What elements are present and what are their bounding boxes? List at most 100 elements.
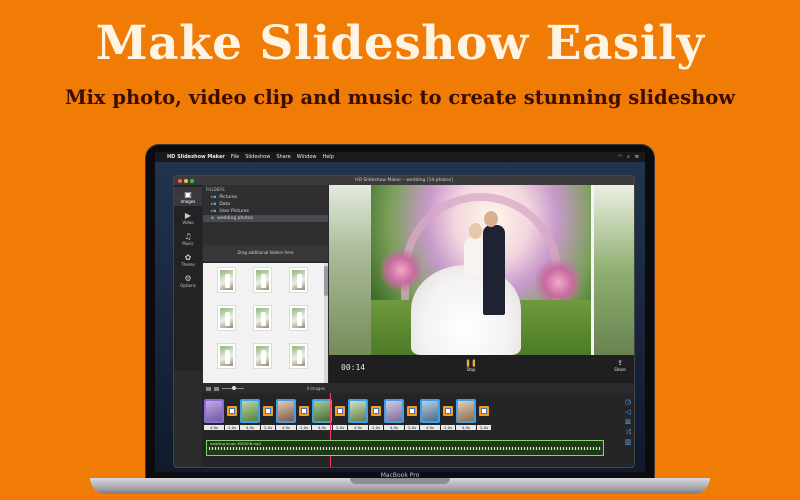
clip-duration: 4.0s (204, 425, 224, 430)
clip-duration: 4.0s (348, 425, 368, 430)
image-thumbnail[interactable] (289, 267, 308, 293)
music-note-icon[interactable]: ⊠ (622, 417, 634, 427)
menu-share[interactable]: Share (276, 154, 290, 160)
timeline-clip[interactable] (312, 399, 332, 423)
slideshow-preview (329, 185, 634, 355)
transition-duration: 2.0s (225, 425, 239, 430)
trash-icon[interactable]: ▥ (622, 437, 634, 447)
folder-item-data[interactable]: ▸▪ Data (203, 201, 328, 208)
sidebar-item-label: Options (180, 282, 196, 288)
image-thumbnail[interactable] (217, 305, 236, 331)
folder-item-pictures[interactable]: ▸▪ Pictures (203, 194, 328, 201)
folder-label: Data (219, 202, 231, 207)
timeline-clip[interactable] (276, 399, 296, 423)
clip-duration: 4.0s (276, 425, 296, 430)
shuffle-icon[interactable]: ⤨ (622, 427, 634, 437)
timeline-transition[interactable] (407, 406, 417, 416)
timeline-transition[interactable] (299, 406, 309, 416)
image-thumbnail[interactable] (253, 267, 272, 293)
folder-item-user-pictures[interactable]: ▸▪ User Pictures (203, 208, 328, 215)
folder-label: User Pictures (219, 209, 249, 214)
clip-duration: 4.0s (312, 425, 332, 430)
image-grid (203, 263, 328, 383)
grid-toolbar: 4 Images (203, 384, 328, 393)
grid-scroll-thumb[interactable] (324, 266, 328, 296)
folder-label: wedding photos (217, 216, 253, 221)
timeline-clip[interactable] (348, 399, 368, 423)
image-thumbnail[interactable] (289, 343, 308, 369)
promo-headline: Make Slideshow Easily (95, 16, 705, 71)
menu-slideshow[interactable]: Slideshow (245, 154, 270, 160)
timeline-playhead[interactable] (330, 393, 331, 467)
sidebar-item-label: Video (182, 219, 194, 225)
sidebar: ▣ Images ▶ Video ♫ Music ✿ Theme ⚙ Optio… (174, 185, 202, 370)
image-thumbnail[interactable] (253, 305, 272, 331)
image-thumbnail[interactable] (217, 343, 236, 369)
folder-icon: ▪ (211, 216, 215, 221)
folder-icon: ▸▪ (211, 195, 217, 200)
share-icon: ⇪ (617, 359, 623, 367)
image-icon: ▣ (184, 189, 192, 199)
stop-label: Stop (466, 367, 476, 372)
clock-icon[interactable]: ◷ (622, 397, 634, 407)
transition-duration: 2.0s (369, 425, 383, 430)
sidebar-item-label: Images (180, 198, 196, 204)
folder-icon: ▸▪ (211, 209, 217, 214)
preview-photo (371, 185, 591, 355)
folder-dropzone[interactable]: Drag additional folders here (203, 245, 328, 261)
menu-help[interactable]: Help (322, 154, 333, 160)
volume-icon[interactable]: ◁ (622, 407, 634, 417)
stop-button[interactable]: ❚❚ Stop (461, 359, 481, 372)
sidebar-item-video[interactable]: ▶ Video (174, 208, 202, 227)
clip-duration: 4.0s (456, 425, 476, 430)
sidebar-item-images[interactable]: ▣ Images (174, 187, 202, 206)
timeline: 4.0s 2.0s 4.0s 2.0s 4.0s 2.0s 4.0s 2.0s … (202, 393, 634, 467)
audio-track-name: wedding music MISSION.mp3 (210, 442, 262, 446)
menu-app-name[interactable]: HD Slideshow Maker (167, 154, 225, 160)
image-thumbnail[interactable] (289, 305, 308, 331)
timeline-transition[interactable] (479, 406, 489, 416)
player-controls: 00:14 ❚❚ Stop ⇪ Share (329, 355, 634, 383)
video-icon: ▶ (184, 210, 192, 220)
timeline-transition[interactable] (263, 406, 273, 416)
audio-track[interactable]: wedding music MISSION.mp3 (206, 440, 604, 456)
menu-file[interactable]: File (231, 154, 239, 160)
transition-duration: 2.0s (405, 425, 419, 430)
image-thumbnail[interactable] (217, 267, 236, 293)
wifi-icon[interactable]: ◠ (618, 154, 622, 160)
window-title: HD Slideshow Maker – wedding [14 photos] (355, 178, 453, 183)
image-thumbnail[interactable] (253, 343, 272, 369)
grid-view-button[interactable] (206, 386, 211, 391)
pause-icon: ❚❚ (465, 359, 477, 367)
share-button[interactable]: ⇪ Share (610, 359, 630, 372)
mac-menubar: HD Slideshow Maker File Slideshow Share … (155, 152, 645, 162)
timeline-clip[interactable] (456, 399, 476, 423)
device-label: MacBook Pro (380, 472, 420, 479)
sidebar-item-music[interactable]: ♫ Music (174, 229, 202, 248)
timeline-clip[interactable] (420, 399, 440, 423)
menu-window[interactable]: Window (297, 154, 317, 160)
thumbnail-size-slider[interactable] (222, 386, 244, 390)
list-view-button[interactable] (214, 386, 219, 391)
timeline-transition[interactable] (371, 406, 381, 416)
transition-duration: 2.0s (441, 425, 455, 430)
folder-item-wedding-photos[interactable]: ▪ wedding photos (203, 215, 328, 222)
timeline-clip[interactable] (204, 399, 224, 423)
transition-duration: 2.0s (333, 425, 347, 430)
timeline-transition[interactable] (227, 406, 237, 416)
sidebar-item-options[interactable]: ⚙ Options (174, 271, 202, 290)
menubar-status: ◠ ⌕ ≡ (618, 154, 639, 160)
timeline-transition[interactable] (443, 406, 453, 416)
transition-duration: 2.0s (297, 425, 311, 430)
control-center-icon[interactable]: ≡ (635, 154, 639, 160)
folders-header: FOLDERS (206, 187, 225, 192)
timeline-clip[interactable] (240, 399, 260, 423)
search-icon[interactable]: ⌕ (627, 154, 630, 160)
timeline-tools: ◷ ◁ ⊠ ⤨ ▥ (622, 397, 634, 447)
transition-duration: 2.0s (261, 425, 275, 430)
sidebar-item-theme[interactable]: ✿ Theme (174, 250, 202, 269)
music-icon: ♫ (184, 231, 192, 241)
gear-icon: ⚙ (184, 273, 192, 283)
timeline-clip[interactable] (384, 399, 404, 423)
timeline-transition[interactable] (335, 406, 345, 416)
